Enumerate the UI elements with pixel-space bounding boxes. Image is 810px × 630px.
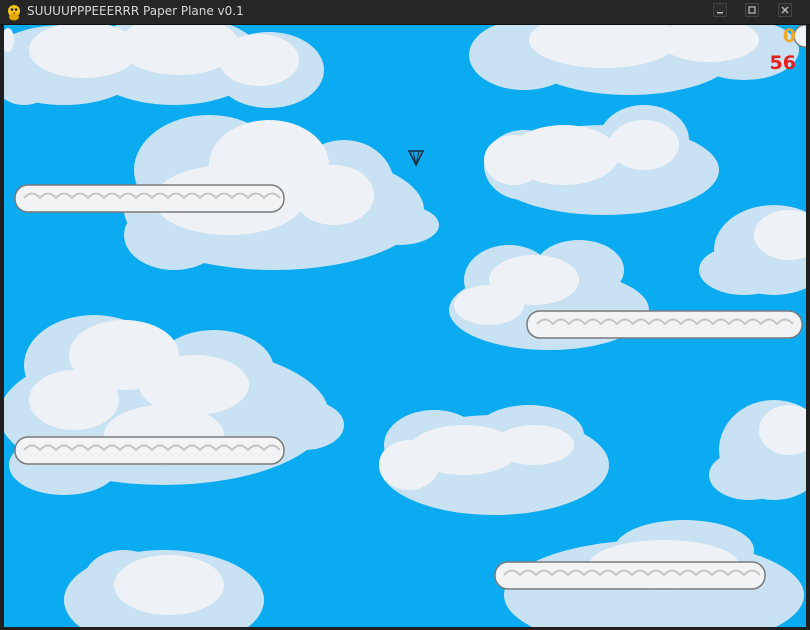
window-titlebar[interactable]: SUUUUPPPEEERRR Paper Plane v0.1 [0, 0, 810, 25]
cloud-platform [14, 184, 285, 213]
cloud-platform [526, 310, 803, 339]
window-title: SUUUUPPPEEERRR Paper Plane v0.1 [27, 4, 244, 18]
maximize-icon[interactable] [745, 3, 759, 17]
background-cloud [379, 405, 609, 515]
sky-background [4, 25, 806, 627]
background-cloud [4, 25, 324, 108]
timer-counter: 56 [769, 52, 796, 74]
pygame-snake-icon [8, 5, 20, 21]
cloud-platform [14, 436, 285, 465]
close-icon[interactable] [778, 3, 792, 17]
score-counter: 0 [782, 25, 796, 47]
game-canvas[interactable]: 0 56 [4, 25, 806, 627]
minimize-icon[interactable] [713, 3, 727, 17]
cloud-platform [494, 561, 766, 590]
